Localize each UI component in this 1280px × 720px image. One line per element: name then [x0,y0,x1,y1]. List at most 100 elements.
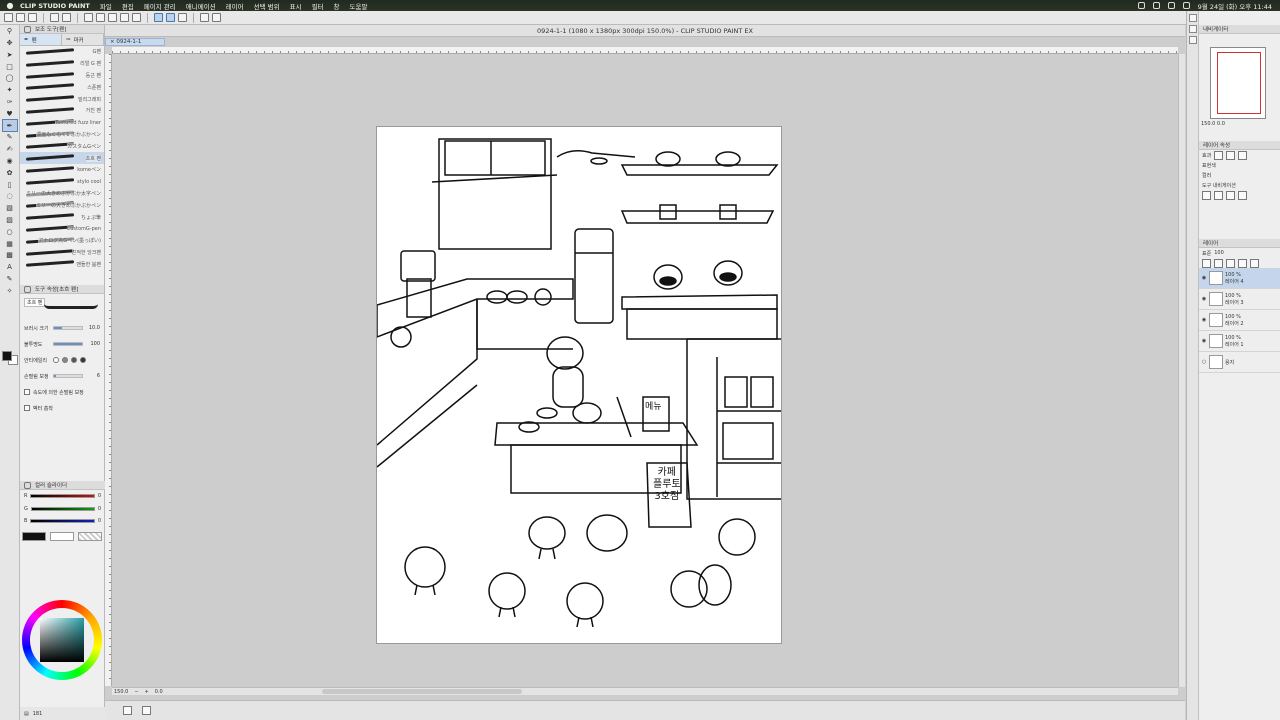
speed-correction-row[interactable]: 속도에 의한 손떨림 보정 [20,384,104,400]
invert-selection-icon[interactable] [120,13,129,22]
clip-icon[interactable] [1226,258,1235,268]
operation-tool-icon[interactable]: ➤ [3,50,17,61]
companion-icon[interactable] [200,13,209,22]
fill-tool-icon[interactable]: ▧ [3,203,17,214]
menu-edit[interactable]: 편집 [122,1,134,11]
deselect-icon[interactable] [108,13,117,22]
eye-icon[interactable]: ◉ [1201,275,1207,281]
eye-icon[interactable]: ◉ [1201,296,1207,302]
menu-page[interactable]: 페이지 관리 [144,1,176,11]
effect-layer-color-icon[interactable] [1238,150,1248,160]
layer-row[interactable]: ◉ 100 % 레이어 1 [1199,331,1280,352]
color-row-g[interactable]: G 0 [20,503,105,516]
list-item[interactable]: komeペン [20,164,104,176]
sub-view-icon[interactable] [1188,25,1197,33]
grid-icon[interactable] [142,706,151,715]
app-name-menu[interactable]: CLIP STUDIO PAINT [20,2,90,10]
tool-nav-icon-1[interactable] [1202,190,1211,200]
drawing-canvas[interactable]: 메뉴 카페 플루토 3호점 [376,126,782,644]
list-item[interactable]: 끈적한 잉크펜 [20,247,104,259]
stabilization-row[interactable]: 손떨림 보정 6 [20,368,104,384]
list-item[interactable]: アナログ丸Gペン(墨っぽい) [20,235,104,247]
snap-special-ruler-icon[interactable] [166,13,175,22]
layer-row[interactable]: ○ 용지 [1199,352,1280,373]
blend-mode[interactable]: 표준 [1202,250,1211,257]
foreground-color-swatch[interactable] [2,351,12,361]
horizontal-scrollbar[interactable]: 150.0 − + 0.0 [112,687,1178,695]
channel-value[interactable]: 0 [98,493,101,499]
list-item[interactable]: 스푼펜 [20,81,104,93]
channel-value[interactable]: 0 [98,518,101,524]
layer-row[interactable]: ◉ 100 % 레이어 2 [1199,310,1280,331]
rotation-value[interactable]: 0.0 [155,689,163,695]
opacity-value[interactable]: 100 [86,341,100,347]
list-item[interactable]: 漫画もくもく1 ぶかぶかペン [20,129,104,141]
menu-help[interactable]: 도움말 [350,1,368,11]
antialias-strong-icon[interactable] [80,357,86,363]
airbrush-tool-icon[interactable]: ◉ [3,156,17,167]
clock[interactable]: 9월 24일 (화) 오후 11:44 [1198,1,1272,11]
list-item[interactable]: カスタムGペン [20,140,104,152]
red-slider[interactable] [30,494,95,499]
transparent-color-swatch[interactable] [78,531,102,541]
eraser-tool-icon[interactable]: ▯ [3,179,17,190]
zoom-in-icon[interactable]: + [145,689,149,695]
navigator-zoom[interactable]: 150.0 [1201,121,1215,127]
layer-opacity[interactable]: 100 [1214,250,1224,256]
eye-icon[interactable]: ◉ [1201,338,1207,344]
menu-selection[interactable]: 선택 범위 [254,1,280,11]
text-tool-icon[interactable]: A [3,262,17,273]
stabilization-slider[interactable] [53,374,83,378]
color-wheel[interactable] [22,600,102,680]
transform-icon[interactable] [96,13,105,22]
list-item[interactable]: 리얼 G 펜 [20,58,104,70]
channel-value[interactable]: 0 [98,506,101,512]
control-center-icon[interactable] [1182,2,1190,9]
antialias-none-icon[interactable] [53,357,59,363]
tool-nav-icon-4[interactable] [1238,190,1247,200]
list-item[interactable]: 둥근 펜 [20,70,104,82]
brush-size-row[interactable]: 브러시 크기 10.0 [20,320,104,336]
sub-color-swatch[interactable] [50,531,74,541]
list-item[interactable]: G펜 [20,46,104,58]
apple-icon[interactable]: ● [0,1,20,10]
figure-tool-icon[interactable]: ○ [3,227,17,238]
fill-icon[interactable] [132,13,141,22]
list-item[interactable]: 초흐 펜 [20,152,104,164]
menu-filter[interactable]: 필터 [312,1,324,11]
frame-icon[interactable] [123,706,132,715]
reference-icon[interactable] [1238,258,1247,268]
brush-size-value[interactable]: 10.0 [86,325,100,331]
snap-grid-icon[interactable] [178,13,187,22]
opacity-slider[interactable] [53,342,83,346]
eyedropper-tool-icon[interactable]: ✑ [3,97,17,108]
list-item[interactable]: 밀리그래피 [20,93,104,105]
menu-layer[interactable]: 레이어 [226,1,244,11]
vertical-scrollbar[interactable] [1178,54,1185,687]
effect-tone-icon[interactable] [1226,150,1236,160]
lasso-tool-icon[interactable]: ◯ [3,73,17,84]
heart-tool-icon[interactable]: ♥ [3,109,17,120]
correct-line-tool-icon[interactable]: ✧ [3,286,17,297]
navigator-rotation[interactable]: 0.0 [1217,121,1225,127]
move-tool-icon[interactable]: ✥ [3,38,17,49]
saturation-value-square[interactable] [40,618,84,662]
tool-nav-icon-2[interactable] [1214,190,1223,200]
opacity-row[interactable]: 불투명도 100 [20,336,104,352]
tool-nav-icon-3[interactable] [1226,190,1235,200]
blue-slider[interactable] [30,519,95,524]
new-layer-icon[interactable] [1202,258,1211,268]
list-item[interactable]: stylo cool [20,176,104,188]
search-icon[interactable] [1167,2,1175,9]
list-item[interactable]: 거친 펜 [20,105,104,117]
menu-animation[interactable]: 애니메이션 [186,1,216,11]
list-item[interactable]: ミリーの大きめぶかぶかペン [20,199,104,211]
color-row-b[interactable]: B 0 [20,515,105,528]
eye-icon[interactable]: ◉ [1201,317,1207,323]
antialias-row[interactable]: 안티에일리 [20,352,104,368]
antialias-mid-icon[interactable] [71,357,77,363]
clear-icon[interactable] [84,13,93,22]
info-icon[interactable] [1188,36,1197,44]
menu-view[interactable]: 표시 [290,1,302,11]
menu-window[interactable]: 창 [334,1,340,11]
